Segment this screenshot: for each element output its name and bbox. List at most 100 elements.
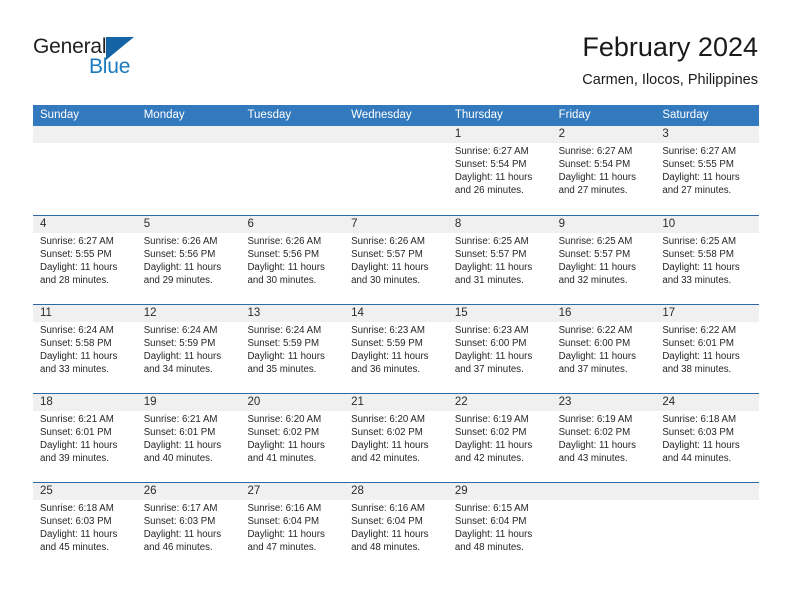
day-number-band [240,126,345,143]
day-number: 17 [662,307,676,319]
sunset-text: Sunset: 5:55 PM [40,249,112,261]
day-number: 5 [143,218,151,230]
day-number-band [551,216,656,233]
day-number-band [136,216,241,233]
day-cell[interactable]: 8 Sunrise: 6:25 AM Sunset: 5:57 PM Daylight… [447,216,552,304]
day-number-band [344,126,448,143]
day-cell[interactable]: 17 Sunrise: 6:22 AM Sunset: 6:01 PM Dayligh… [655,305,760,393]
sunset-text: Sunset: 5:58 PM [40,338,112,350]
sunrise-text: Sunrise: 6:23 AM [351,325,425,336]
day-cell[interactable]: 12 Sunrise: 6:24 AM Sunset: 5:59 PM Dayligh… [136,305,241,393]
day-cell[interactable]: 28 Sunrise: 6:16 AM Sunset: 6:04 PM Dayligh… [344,483,448,571]
day-cell[interactable]: 5 Sunrise: 6:26 AM Sunset: 5:56 PM Daylight… [136,216,241,304]
daylight-text-line1: Daylight: 11 hours [143,529,222,541]
day-number: 18 [40,396,53,408]
day-number: 15 [454,307,468,319]
daylight-text-line2: and 37 minutes. [558,364,628,376]
sunrise-text: Sunrise: 6:22 AM [558,325,633,336]
daylight-text-line1: Daylight: 11 hours [454,440,533,452]
day-number-band [655,126,760,143]
day-cell[interactable]: 13 Sunrise: 6:24 AM Sunset: 5:59 PM Dayligh… [240,305,345,393]
daylight-text-line1: Daylight: 11 hours [351,529,429,541]
day-number: 26 [143,485,157,497]
daylight-text-line1: Daylight: 11 hours [247,262,325,274]
daylight-text-line1: Daylight: 11 hours [247,440,325,452]
daylight-text-line1: Daylight: 11 hours [40,262,118,274]
sunset-text: Sunset: 6:00 PM [558,338,631,350]
daylight-text-line2: and 44 minutes. [662,453,732,465]
daylight-text-line2: and 33 minutes. [662,275,732,287]
day-number: 20 [247,396,261,408]
daylight-text-line1: Daylight: 11 hours [558,351,636,363]
day-number: 6 [247,218,254,230]
sunrise-text: Sunrise: 6:20 AM [247,414,322,425]
day-cell[interactable]: 29 Sunrise: 6:15 AM Sunset: 6:04 PM Dayligh… [447,483,552,571]
day-details: Sunrise: 6:26 AM Sunset: 5:56 PM Daylight:… [247,235,341,287]
day-details: Sunrise: 6:18 AM Sunset: 6:03 PM Daylight:… [40,502,134,554]
day-cell[interactable]: 19 Sunrise: 6:21 AM Sunset: 6:01 PM Dayligh… [136,394,241,482]
sunrise-text: Sunrise: 6:17 AM [143,503,218,514]
daylight-text-line1: Daylight: 11 hours [351,351,429,363]
day-number: 16 [558,307,572,319]
day-number: 2 [558,128,565,140]
day-cell[interactable]: 25 Sunrise: 6:18 AM Sunset: 6:03 PM Dayligh… [33,483,137,571]
daylight-text-line1: Daylight: 11 hours [662,440,740,452]
day-number: 4 [40,218,47,230]
day-cell[interactable]: 26 Sunrise: 6:17 AM Sunset: 6:03 PM Dayligh… [136,483,241,571]
day-cell[interactable]: 20 Sunrise: 6:20 AM Sunset: 6:02 PM Dayligh… [240,394,345,482]
day-number: 24 [662,396,676,408]
day-number-band [33,216,137,233]
day-cell[interactable]: 27 Sunrise: 6:16 AM Sunset: 6:04 PM Dayligh… [240,483,345,571]
day-number-band [136,126,241,143]
sunset-text: Sunset: 5:55 PM [662,159,734,171]
daylight-text-line1: Daylight: 11 hours [454,262,533,274]
day-cell[interactable]: 24 Sunrise: 6:18 AM Sunset: 6:03 PM Dayligh… [655,394,760,482]
day-cell[interactable]: 2 Sunrise: 6:27 AM Sunset: 5:54 PM Daylight… [551,126,656,215]
day-details: Sunrise: 6:25 AM Sunset: 5:58 PM Daylight:… [662,235,756,287]
day-cell[interactable]: 22 Sunrise: 6:19 AM Sunset: 6:02 PM Dayligh… [447,394,552,482]
sunrise-text: Sunrise: 6:24 AM [143,325,218,336]
sunrise-text: Sunrise: 6:24 AM [247,325,322,336]
daylight-text-line1: Daylight: 11 hours [558,440,636,452]
day-cell[interactable]: 7 Sunrise: 6:26 AM Sunset: 5:57 PM Daylight… [344,216,448,304]
day-cell[interactable]: 4 Sunrise: 6:27 AM Sunset: 5:55 PM Daylight… [33,216,137,304]
day-details: Sunrise: 6:19 AM Sunset: 6:02 PM Daylight:… [559,413,653,465]
day-cell[interactable]: 3 Sunrise: 6:27 AM Sunset: 5:55 PM Daylight… [655,126,760,215]
week-row: 1 Sunrise: 6:27 AM Sunset: 5:54 PM Daylight… [33,126,760,215]
sunrise-text: Sunrise: 6:19 AM [558,414,633,425]
day-cell[interactable]: 14 Sunrise: 6:23 AM Sunset: 5:59 PM Dayligh… [344,305,448,393]
day-cell[interactable]: 16 Sunrise: 6:22 AM Sunset: 6:00 PM Dayligh… [551,305,656,393]
day-cell[interactable]: 21 Sunrise: 6:20 AM Sunset: 6:02 PM Dayligh… [344,394,448,482]
day-number: 13 [247,307,261,319]
day-cell[interactable]: 18 Sunrise: 6:21 AM Sunset: 6:01 PM Dayligh… [33,394,137,482]
weekday-header-sunday: Sunday [40,109,80,121]
sunset-text: Sunset: 5:59 PM [143,338,216,350]
day-details: Sunrise: 6:20 AM Sunset: 6:02 PM Daylight:… [351,413,445,465]
sunset-text: Sunset: 5:58 PM [662,249,734,261]
day-cell[interactable]: 6 Sunrise: 6:26 AM Sunset: 5:56 PM Daylight… [240,216,345,304]
day-cell[interactable]: 15 Sunrise: 6:23 AM Sunset: 6:00 PM Dayligh… [447,305,552,393]
day-cell-empty [33,126,137,215]
daylight-text-line2: and 42 minutes. [351,453,421,465]
day-cell[interactable]: 9 Sunrise: 6:25 AM Sunset: 5:57 PM Daylight… [551,216,656,304]
daylight-text-line1: Daylight: 11 hours [143,262,222,274]
day-cell[interactable]: 23 Sunrise: 6:19 AM Sunset: 6:02 PM Dayligh… [551,394,656,482]
sunrise-text: Sunrise: 6:22 AM [662,325,737,336]
day-number-band [655,483,760,500]
daylight-text-line1: Daylight: 11 hours [351,440,429,452]
day-number: 12 [143,307,157,319]
sunrise-text: Sunrise: 6:23 AM [454,325,529,336]
sunset-text: Sunset: 6:02 PM [558,427,631,439]
daylight-text-line2: and 42 minutes. [454,453,524,465]
day-cell[interactable]: 11 Sunrise: 6:24 AM Sunset: 5:58 PM Dayligh… [33,305,137,393]
day-cell[interactable]: 10 Sunrise: 6:25 AM Sunset: 5:58 PM Dayligh… [655,216,760,304]
day-number: 7 [351,218,358,230]
day-number-band [447,216,552,233]
brand-logo[interactable]: General Blue [33,36,193,86]
daylight-text-line1: Daylight: 11 hours [247,529,325,541]
sunset-text: Sunset: 5:59 PM [351,338,423,350]
day-cell[interactable]: 1 Sunrise: 6:27 AM Sunset: 5:54 PM Daylight… [447,126,552,215]
sunrise-text: Sunrise: 6:21 AM [40,414,114,425]
day-details: Sunrise: 6:27 AM Sunset: 5:54 PM Daylight:… [455,145,549,197]
sunrise-text: Sunrise: 6:24 AM [40,325,114,336]
